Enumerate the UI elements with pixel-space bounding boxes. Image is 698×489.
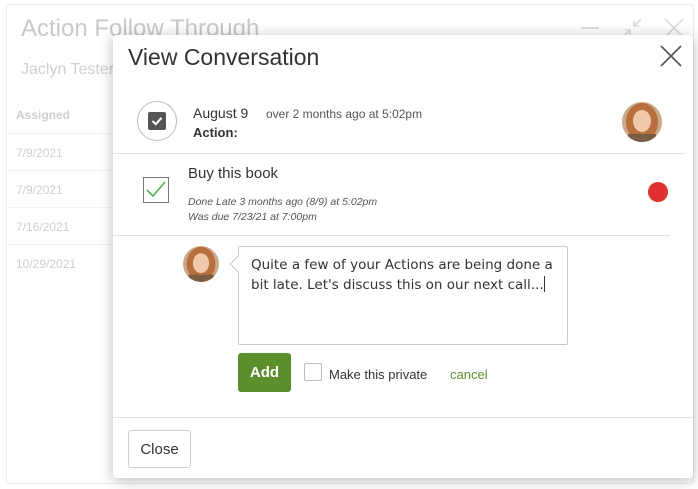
checkmark-icon (146, 181, 166, 198)
action-type-icon (137, 101, 177, 141)
action-title: Buy this book (188, 165, 279, 182)
view-conversation-modal: View Conversation August 9 over 2 months… (113, 35, 693, 478)
background-subtitle: Jaclyn Tester (21, 61, 115, 78)
comment-input[interactable]: Quite a few of your Actions are being do… (238, 246, 568, 345)
close-icon[interactable] (660, 45, 682, 67)
table-row: 10/29/2021 (7, 244, 127, 281)
cancel-link[interactable]: cancel (450, 367, 488, 382)
avatar (622, 102, 662, 142)
comment-text: Quite a few of your Actions are being do… (251, 257, 553, 293)
text-caret (543, 276, 545, 292)
table-row: 7/9/2021 (7, 133, 127, 170)
action-item: Buy this book Done Late 3 months ago (8/… (113, 153, 670, 236)
modal-title: View Conversation (128, 44, 320, 70)
avatar (183, 246, 219, 282)
make-private-checkbox[interactable] (304, 363, 322, 381)
close-button[interactable]: Close (128, 430, 191, 468)
conversation-header: August 9 over 2 months ago at 5:02pm Act… (113, 91, 685, 154)
action-due-text: Was due 7/23/21 at 7:00pm (188, 211, 317, 223)
action-label: Action: (193, 125, 238, 140)
table-row: 7/9/2021 (7, 170, 127, 207)
add-button[interactable]: Add (238, 353, 291, 392)
column-header-assigned: Assigned (16, 108, 71, 122)
conversation-time: over 2 months ago at 5:02pm (266, 107, 423, 121)
table-row: 7/16/2021 (7, 207, 127, 244)
action-done-text: Done Late 3 months ago (8/9) at 5:02pm (188, 196, 378, 208)
make-private-label[interactable]: Make this private (329, 367, 427, 382)
status-indicator (648, 182, 668, 202)
footer-divider (113, 417, 693, 418)
checkbox-icon (148, 112, 166, 130)
background-table: 7/9/2021 7/9/2021 7/16/2021 10/29/2021 (7, 133, 127, 281)
action-complete-checkbox[interactable] (143, 177, 169, 203)
conversation-date: August 9 (193, 105, 249, 121)
